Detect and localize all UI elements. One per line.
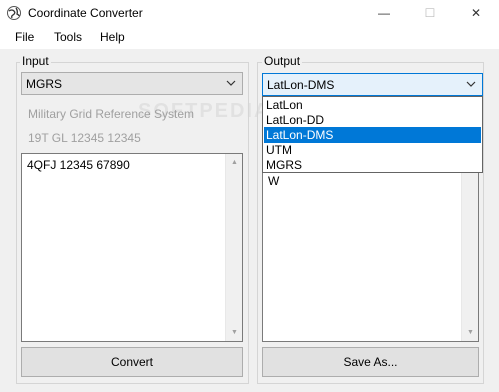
save-as-button[interactable]: Save As...: [262, 347, 479, 377]
dropdown-option-latlon-dd[interactable]: LatLon-DD: [264, 112, 481, 128]
output-partial-text: W: [268, 174, 280, 188]
chevron-down-icon: [466, 81, 476, 87]
chevron-down-icon: [226, 80, 236, 86]
output-format-value: LatLon-DMS: [267, 78, 335, 92]
menu-tools[interactable]: Tools: [54, 30, 82, 44]
output-group-label: Output: [262, 54, 303, 68]
menu-file[interactable]: File: [15, 30, 34, 44]
convert-button[interactable]: Convert: [21, 347, 243, 377]
input-format-select[interactable]: MGRS: [21, 72, 243, 95]
dropdown-option-latlon[interactable]: LatLon: [264, 97, 481, 113]
output-format-dropdown: LatLon LatLon-DD LatLon-DMS UTM MGRS: [262, 96, 483, 173]
scroll-up-icon[interactable]: ▲: [226, 154, 243, 171]
dropdown-option-latlon-dms[interactable]: LatLon-DMS: [264, 127, 481, 143]
input-format-description: Military Grid Reference System: [28, 107, 195, 121]
scroll-down-icon[interactable]: ▼: [462, 324, 479, 341]
input-textarea[interactable]: 4QFJ 12345 67890 ▲ ▼: [21, 153, 243, 342]
dropdown-option-mgrs[interactable]: MGRS: [264, 157, 481, 173]
output-textarea[interactable]: W ▲ ▼: [262, 153, 479, 342]
menu-help[interactable]: Help: [100, 30, 125, 44]
close-button[interactable]: ✕: [453, 0, 499, 27]
input-text: 4QFJ 12345 67890: [27, 158, 130, 172]
output-format-select[interactable]: LatLon-DMS: [262, 73, 483, 96]
scroll-down-icon[interactable]: ▼: [226, 324, 243, 341]
maximize-button[interactable]: ☐: [407, 0, 453, 27]
window-title: Coordinate Converter: [28, 6, 143, 20]
input-format-example: 19T GL 12345 12345: [28, 131, 141, 145]
dropdown-option-utm[interactable]: UTM: [264, 142, 481, 158]
input-group-label: Input: [20, 54, 51, 68]
input-scrollbar[interactable]: ▲ ▼: [225, 154, 242, 341]
input-format-value: MGRS: [26, 77, 62, 91]
output-scrollbar[interactable]: ▲ ▼: [461, 154, 478, 341]
globe-icon: [7, 6, 21, 20]
minimize-button[interactable]: —: [361, 0, 407, 27]
